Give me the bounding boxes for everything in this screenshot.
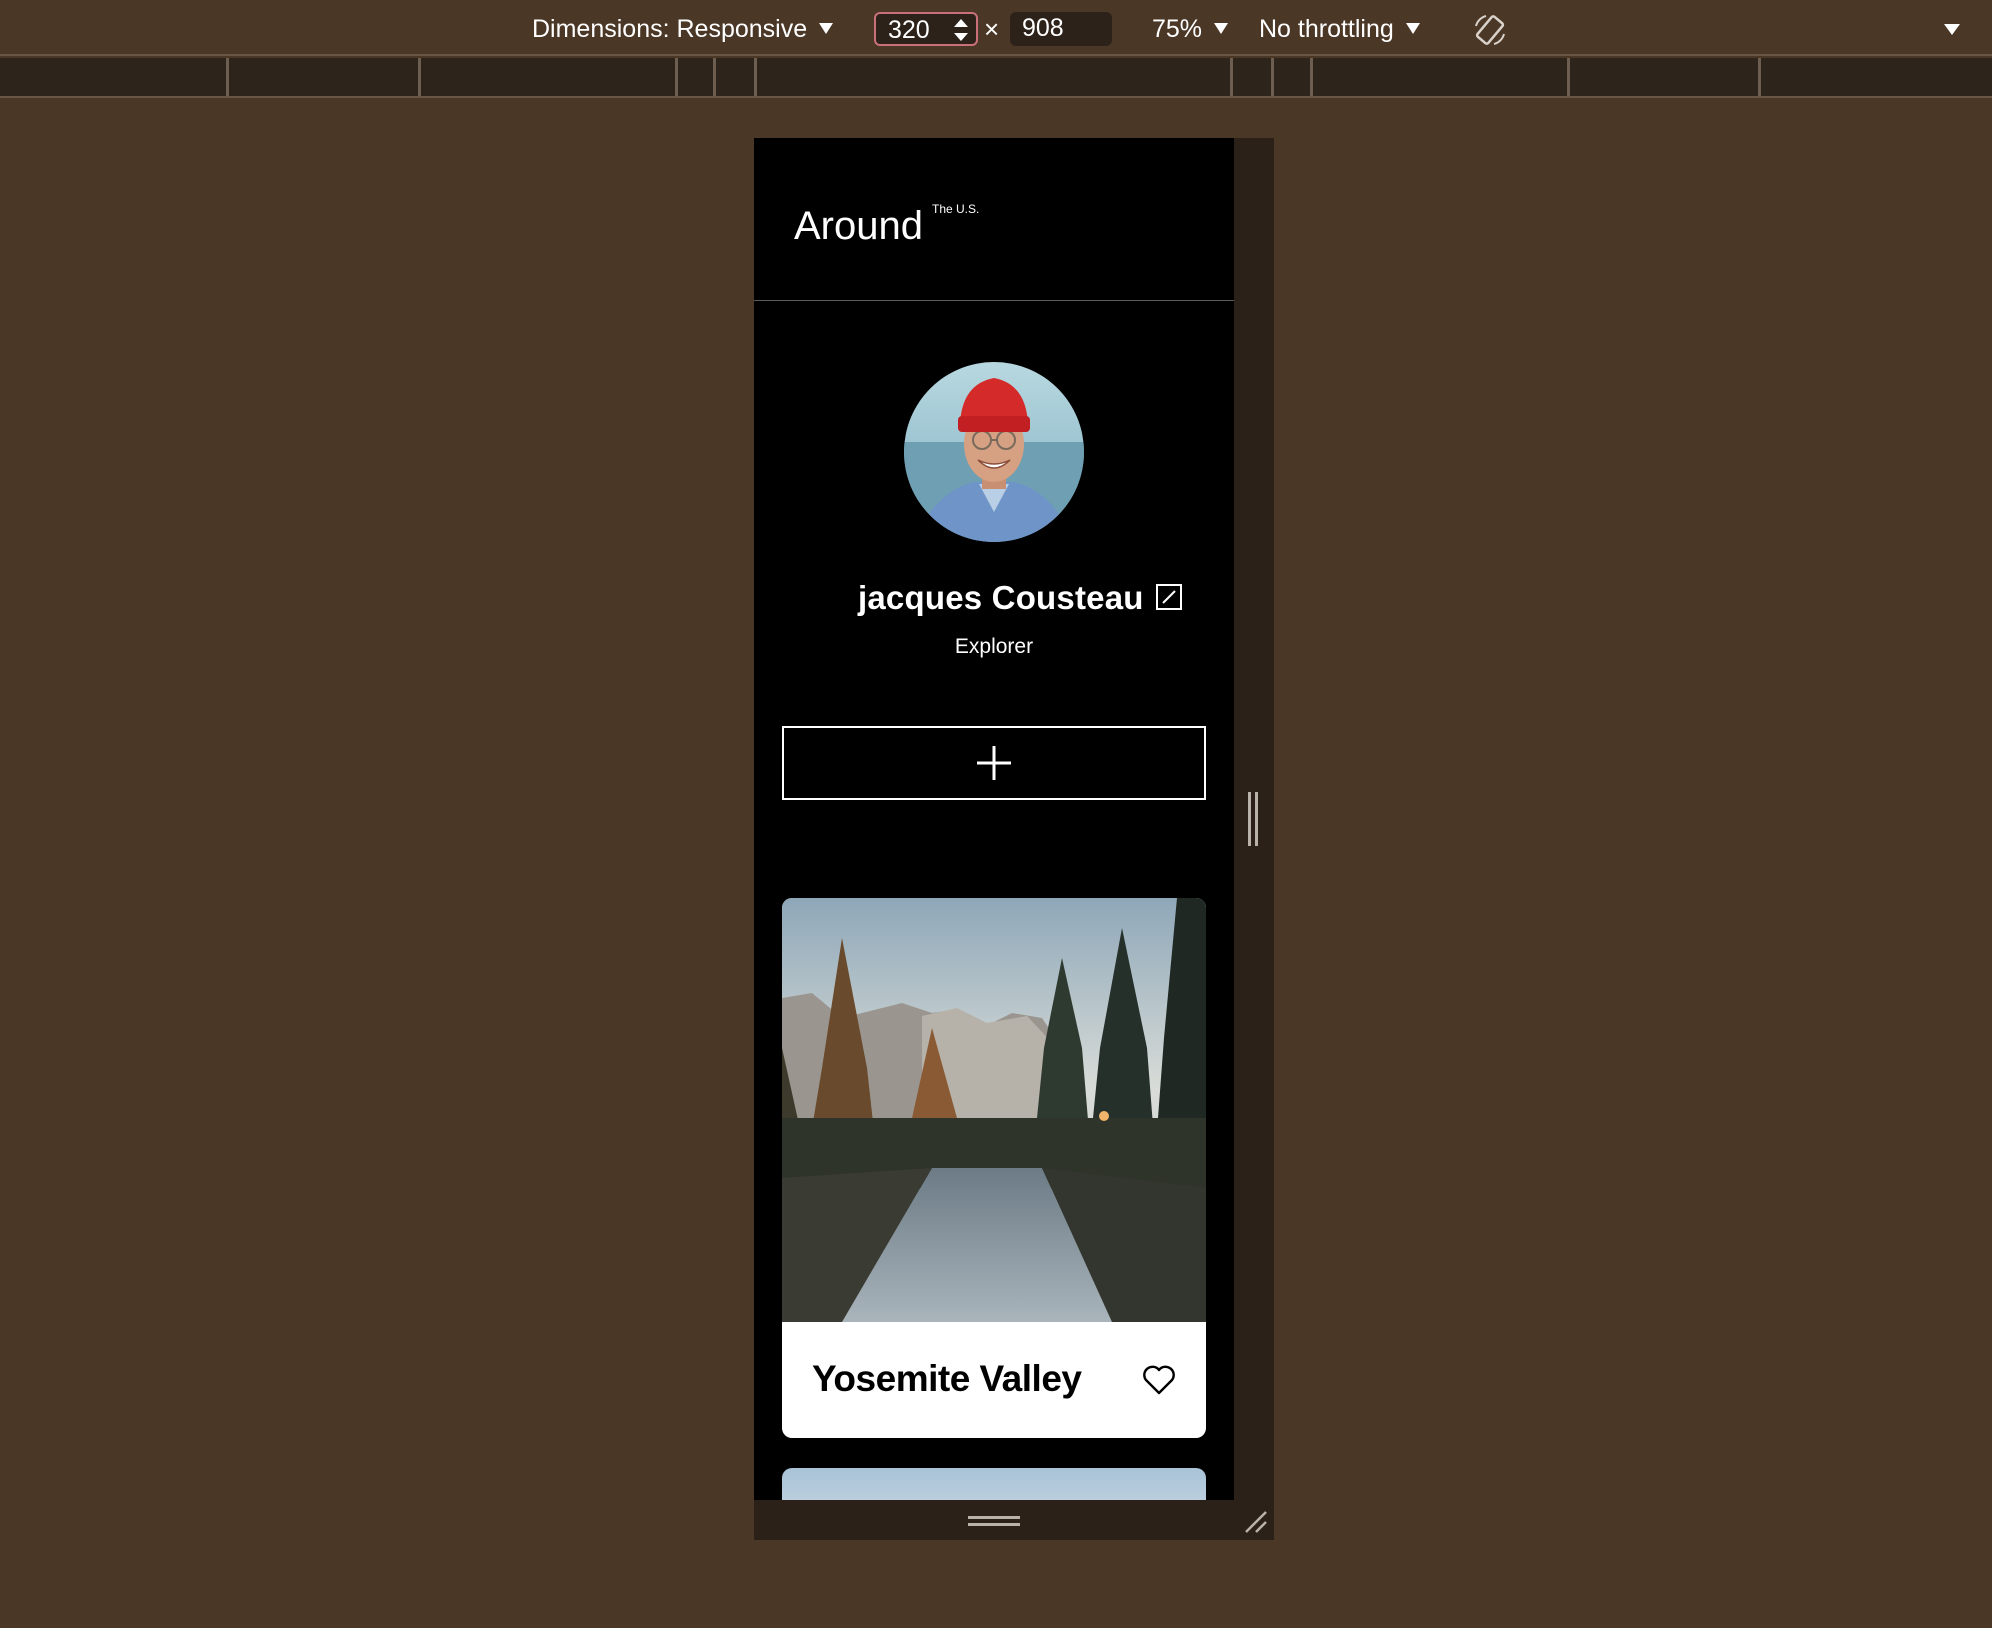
devtools-toolbar: Dimensions: Responsive 320 × 908 75% No …	[0, 0, 1992, 56]
logo-superscript: The U.S.	[932, 202, 980, 216]
rotate-device-icon[interactable]	[1472, 12, 1508, 48]
width-value: 320	[888, 16, 930, 44]
zoom-dropdown[interactable]: 75%	[1152, 14, 1229, 44]
heart-icon[interactable]	[1142, 1364, 1176, 1396]
more-options-chevron-icon[interactable]	[1944, 24, 1960, 35]
edit-icon	[1162, 590, 1176, 604]
ruler-tick	[1230, 58, 1233, 96]
ruler-tick	[1310, 58, 1313, 96]
ruler-tick	[1271, 58, 1274, 96]
profile-name: jacques Cousteau	[858, 579, 1144, 616]
throttling-dropdown[interactable]: No throttling	[1259, 14, 1420, 44]
chevron-down-icon	[1214, 22, 1229, 34]
ruler-tick	[713, 58, 716, 96]
ruler-tick	[418, 58, 421, 96]
ruler-tick	[754, 58, 757, 96]
place-image[interactable]	[782, 898, 1206, 1322]
ruler-tick	[226, 58, 229, 96]
plus-icon	[977, 746, 1011, 780]
page-header: Around The U.S.	[754, 138, 1234, 301]
logo[interactable]: Around	[794, 202, 923, 250]
width-input[interactable]: 320	[874, 12, 978, 46]
throttling-label: No throttling	[1259, 15, 1394, 43]
chevron-down-icon	[819, 22, 834, 34]
media-query-ruler[interactable]	[0, 58, 1992, 98]
resize-height-handle[interactable]	[968, 1516, 1020, 1528]
ruler-tick	[1567, 58, 1570, 96]
avatar[interactable]	[904, 362, 1084, 542]
chevron-down-icon	[1405, 22, 1420, 34]
edit-profile-button[interactable]	[1156, 584, 1182, 610]
resize-width-handle[interactable]	[1248, 792, 1260, 846]
times-separator: ×	[984, 14, 1000, 44]
height-input[interactable]: 908	[1010, 12, 1112, 46]
avatar-image	[904, 362, 1084, 542]
resize-handle-icon[interactable]	[1242, 1508, 1270, 1536]
place-card-partial[interactable]	[782, 1468, 1206, 1500]
ruler-tick	[1758, 58, 1761, 96]
ruler-tick	[675, 58, 678, 96]
add-place-button[interactable]	[782, 726, 1206, 800]
dimensions-label: Dimensions: Responsive	[532, 15, 808, 43]
page-viewport: Around The U.S. jacques Cousteau Explore…	[754, 138, 1234, 1500]
dimensions-dropdown[interactable]: Dimensions: Responsive	[532, 14, 834, 44]
profile-name-row: jacques Cousteau	[754, 576, 1234, 620]
zoom-label: 75%	[1152, 15, 1203, 43]
profile-role: Explorer	[954, 635, 1034, 658]
device-frame: Around The U.S. jacques Cousteau Explore…	[754, 138, 1274, 1540]
place-card: Yosemite Valley	[782, 898, 1206, 1438]
height-value: 908	[1022, 14, 1064, 42]
spinner-arrows-icon[interactable]	[954, 19, 968, 41]
place-title: Yosemite Valley	[812, 1358, 1082, 1399]
